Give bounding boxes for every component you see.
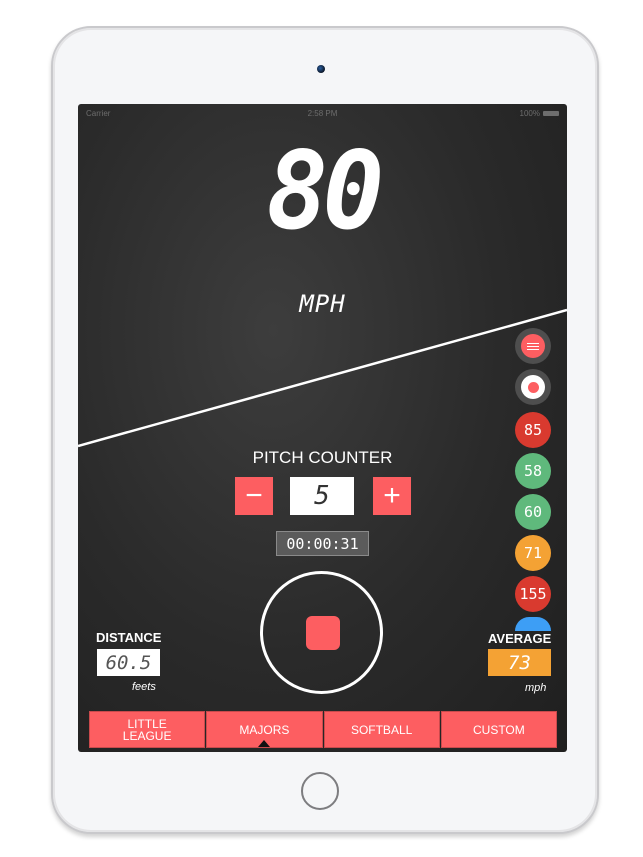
tab-label: LITTLE LEAGUE xyxy=(122,716,172,743)
pitch-counter-title: PITCH COUNTER xyxy=(252,448,393,467)
distance-value[interactable]: 60.5 xyxy=(97,649,160,676)
tab-label: CUSTOM xyxy=(472,722,525,737)
average-value: 73 xyxy=(488,649,551,676)
elapsed-timer: 00:00:31 xyxy=(276,531,369,556)
tab-label: MAJORS xyxy=(239,722,290,737)
tab-label: SOFTBALL xyxy=(350,722,413,737)
history-pitch-3[interactable]: 71 xyxy=(515,535,551,571)
league-tabs: LITTLE LEAGUE MAJORS SOFTBALL CUSTOM xyxy=(89,711,557,748)
menu-button[interactable] xyxy=(515,328,551,364)
average-label: AVERAGE xyxy=(488,631,552,646)
selected-indicator-icon xyxy=(258,740,271,747)
decrement-button[interactable]: − xyxy=(235,477,273,515)
tab-majors[interactable]: MAJORS xyxy=(206,711,323,748)
record-button[interactable] xyxy=(515,369,551,405)
tab-custom[interactable]: CUSTOM xyxy=(440,711,557,748)
tab-softball[interactable]: SOFTBALL xyxy=(323,711,440,748)
stop-icon[interactable] xyxy=(306,616,340,650)
history-pitch-1[interactable]: 58 xyxy=(515,453,551,489)
distance-unit: feets xyxy=(132,681,156,693)
plus-icon: + xyxy=(383,479,401,512)
record-icon xyxy=(521,375,545,399)
home-button[interactable] xyxy=(301,772,339,810)
distance-label: DISTANCE xyxy=(96,630,162,645)
history-pitch-0[interactable]: 85 xyxy=(515,412,551,448)
pitch-count: 5 xyxy=(290,477,354,515)
minus-icon: − xyxy=(245,479,263,512)
average-unit: mph xyxy=(525,682,547,694)
history-pitch-4[interactable]: 155 xyxy=(515,576,551,612)
tab-little-league[interactable]: LITTLE LEAGUE xyxy=(89,711,206,748)
front-camera xyxy=(317,65,325,73)
hamburger-menu-icon xyxy=(521,334,545,358)
history-pitch-2[interactable]: 60 xyxy=(515,494,551,530)
increment-button[interactable]: + xyxy=(373,477,411,515)
app-screen: Carrier 2:58 PM 100% 80 MPH PITCH COUNTE… xyxy=(78,104,567,752)
history-pitch-5[interactable] xyxy=(515,617,551,631)
